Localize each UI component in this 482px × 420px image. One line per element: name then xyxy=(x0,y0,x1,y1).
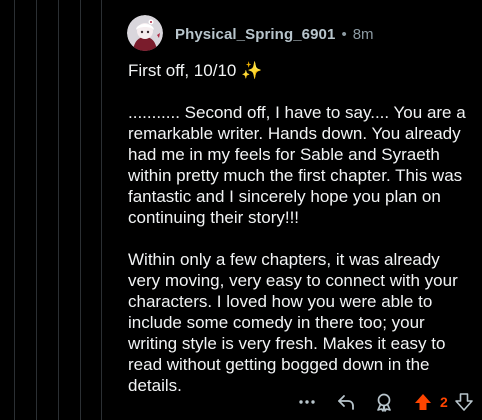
thread-line[interactable] xyxy=(101,0,102,420)
comment-view: Physical_Spring_6901 • 8m First off, 10/… xyxy=(0,0,482,420)
thread-line[interactable] xyxy=(14,0,15,420)
avatar[interactable] xyxy=(127,15,163,51)
vote-score: 2 xyxy=(440,394,448,410)
username[interactable]: Physical_Spring_6901 xyxy=(175,26,335,43)
upvote-arrow-icon xyxy=(415,394,431,410)
thread-line[interactable] xyxy=(36,0,37,420)
timestamp: 8m xyxy=(352,25,374,43)
upvote-button[interactable] xyxy=(410,389,436,415)
comment-actions: 2 xyxy=(294,389,476,415)
avatar-image xyxy=(127,15,163,51)
comment-meta: Physical_Spring_6901 • 8m xyxy=(175,24,374,44)
thread-line[interactable] xyxy=(80,0,81,420)
reply-button[interactable] xyxy=(328,389,364,415)
comment-body: First off, 10/10 ✨ ........... Second of… xyxy=(128,60,472,396)
more-options-button[interactable] xyxy=(294,389,320,415)
comment-paragraph: First off, 10/10 ✨ xyxy=(128,61,263,80)
downvote-arrow-icon xyxy=(454,393,473,411)
downvote-button[interactable] xyxy=(452,389,476,415)
more-horizontal-icon xyxy=(299,400,315,404)
award-icon xyxy=(377,393,391,412)
award-button[interactable] xyxy=(366,389,402,415)
thread-line[interactable] xyxy=(58,0,59,420)
comment-paragraph: ........... Second off, I have to say...… xyxy=(128,103,466,227)
meta-separator: • xyxy=(341,25,347,43)
reply-arrow-icon xyxy=(338,395,354,410)
comment-paragraph: Within only a few chapters, it was alrea… xyxy=(128,250,458,395)
